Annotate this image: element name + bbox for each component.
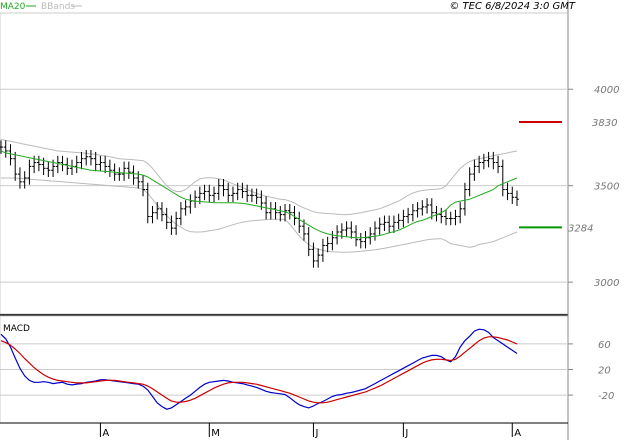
x-ticks: AMJJA xyxy=(99,423,521,439)
x-tick-label: M xyxy=(211,428,220,439)
chart-canvas: 3000 3500 4000 60 20 -20 A M J J A 3830 3284 MA2… xyxy=(0,0,619,440)
support-level-label: 3284 xyxy=(568,223,593,234)
legend-ma20: MA20 xyxy=(0,2,26,12)
price-bars xyxy=(0,140,519,268)
price-y-tick-label: 4000 xyxy=(594,85,619,96)
macd-title: MACD xyxy=(3,324,30,334)
bb-upper-line xyxy=(0,138,518,216)
resistance-level-label: 3830 xyxy=(592,118,617,129)
macd-y-ticks: 60 20 -20 xyxy=(568,340,614,402)
price-gridlines xyxy=(0,88,568,283)
x-tick-label: J xyxy=(404,428,408,439)
x-tick-label: J xyxy=(314,428,318,439)
price-panel-frame xyxy=(0,12,569,315)
macd-y-tick-label: -20 xyxy=(598,391,614,402)
x-tick-label: A xyxy=(514,428,521,439)
macd-y-tick-label: 20 xyxy=(598,366,611,377)
credit-text: © TEC 6/8/2024 3:0 GMT xyxy=(449,1,576,12)
price-y-tick-label: 3000 xyxy=(594,278,619,289)
x-tick-label: A xyxy=(102,428,109,439)
price-y-ticks: 3000 3500 4000 xyxy=(568,85,619,289)
legend-bbands: BBands xyxy=(41,2,75,12)
price-y-tick-label: 3500 xyxy=(594,182,619,193)
macd-y-tick-label: 60 xyxy=(598,340,611,351)
macd-gridlines xyxy=(0,343,568,396)
